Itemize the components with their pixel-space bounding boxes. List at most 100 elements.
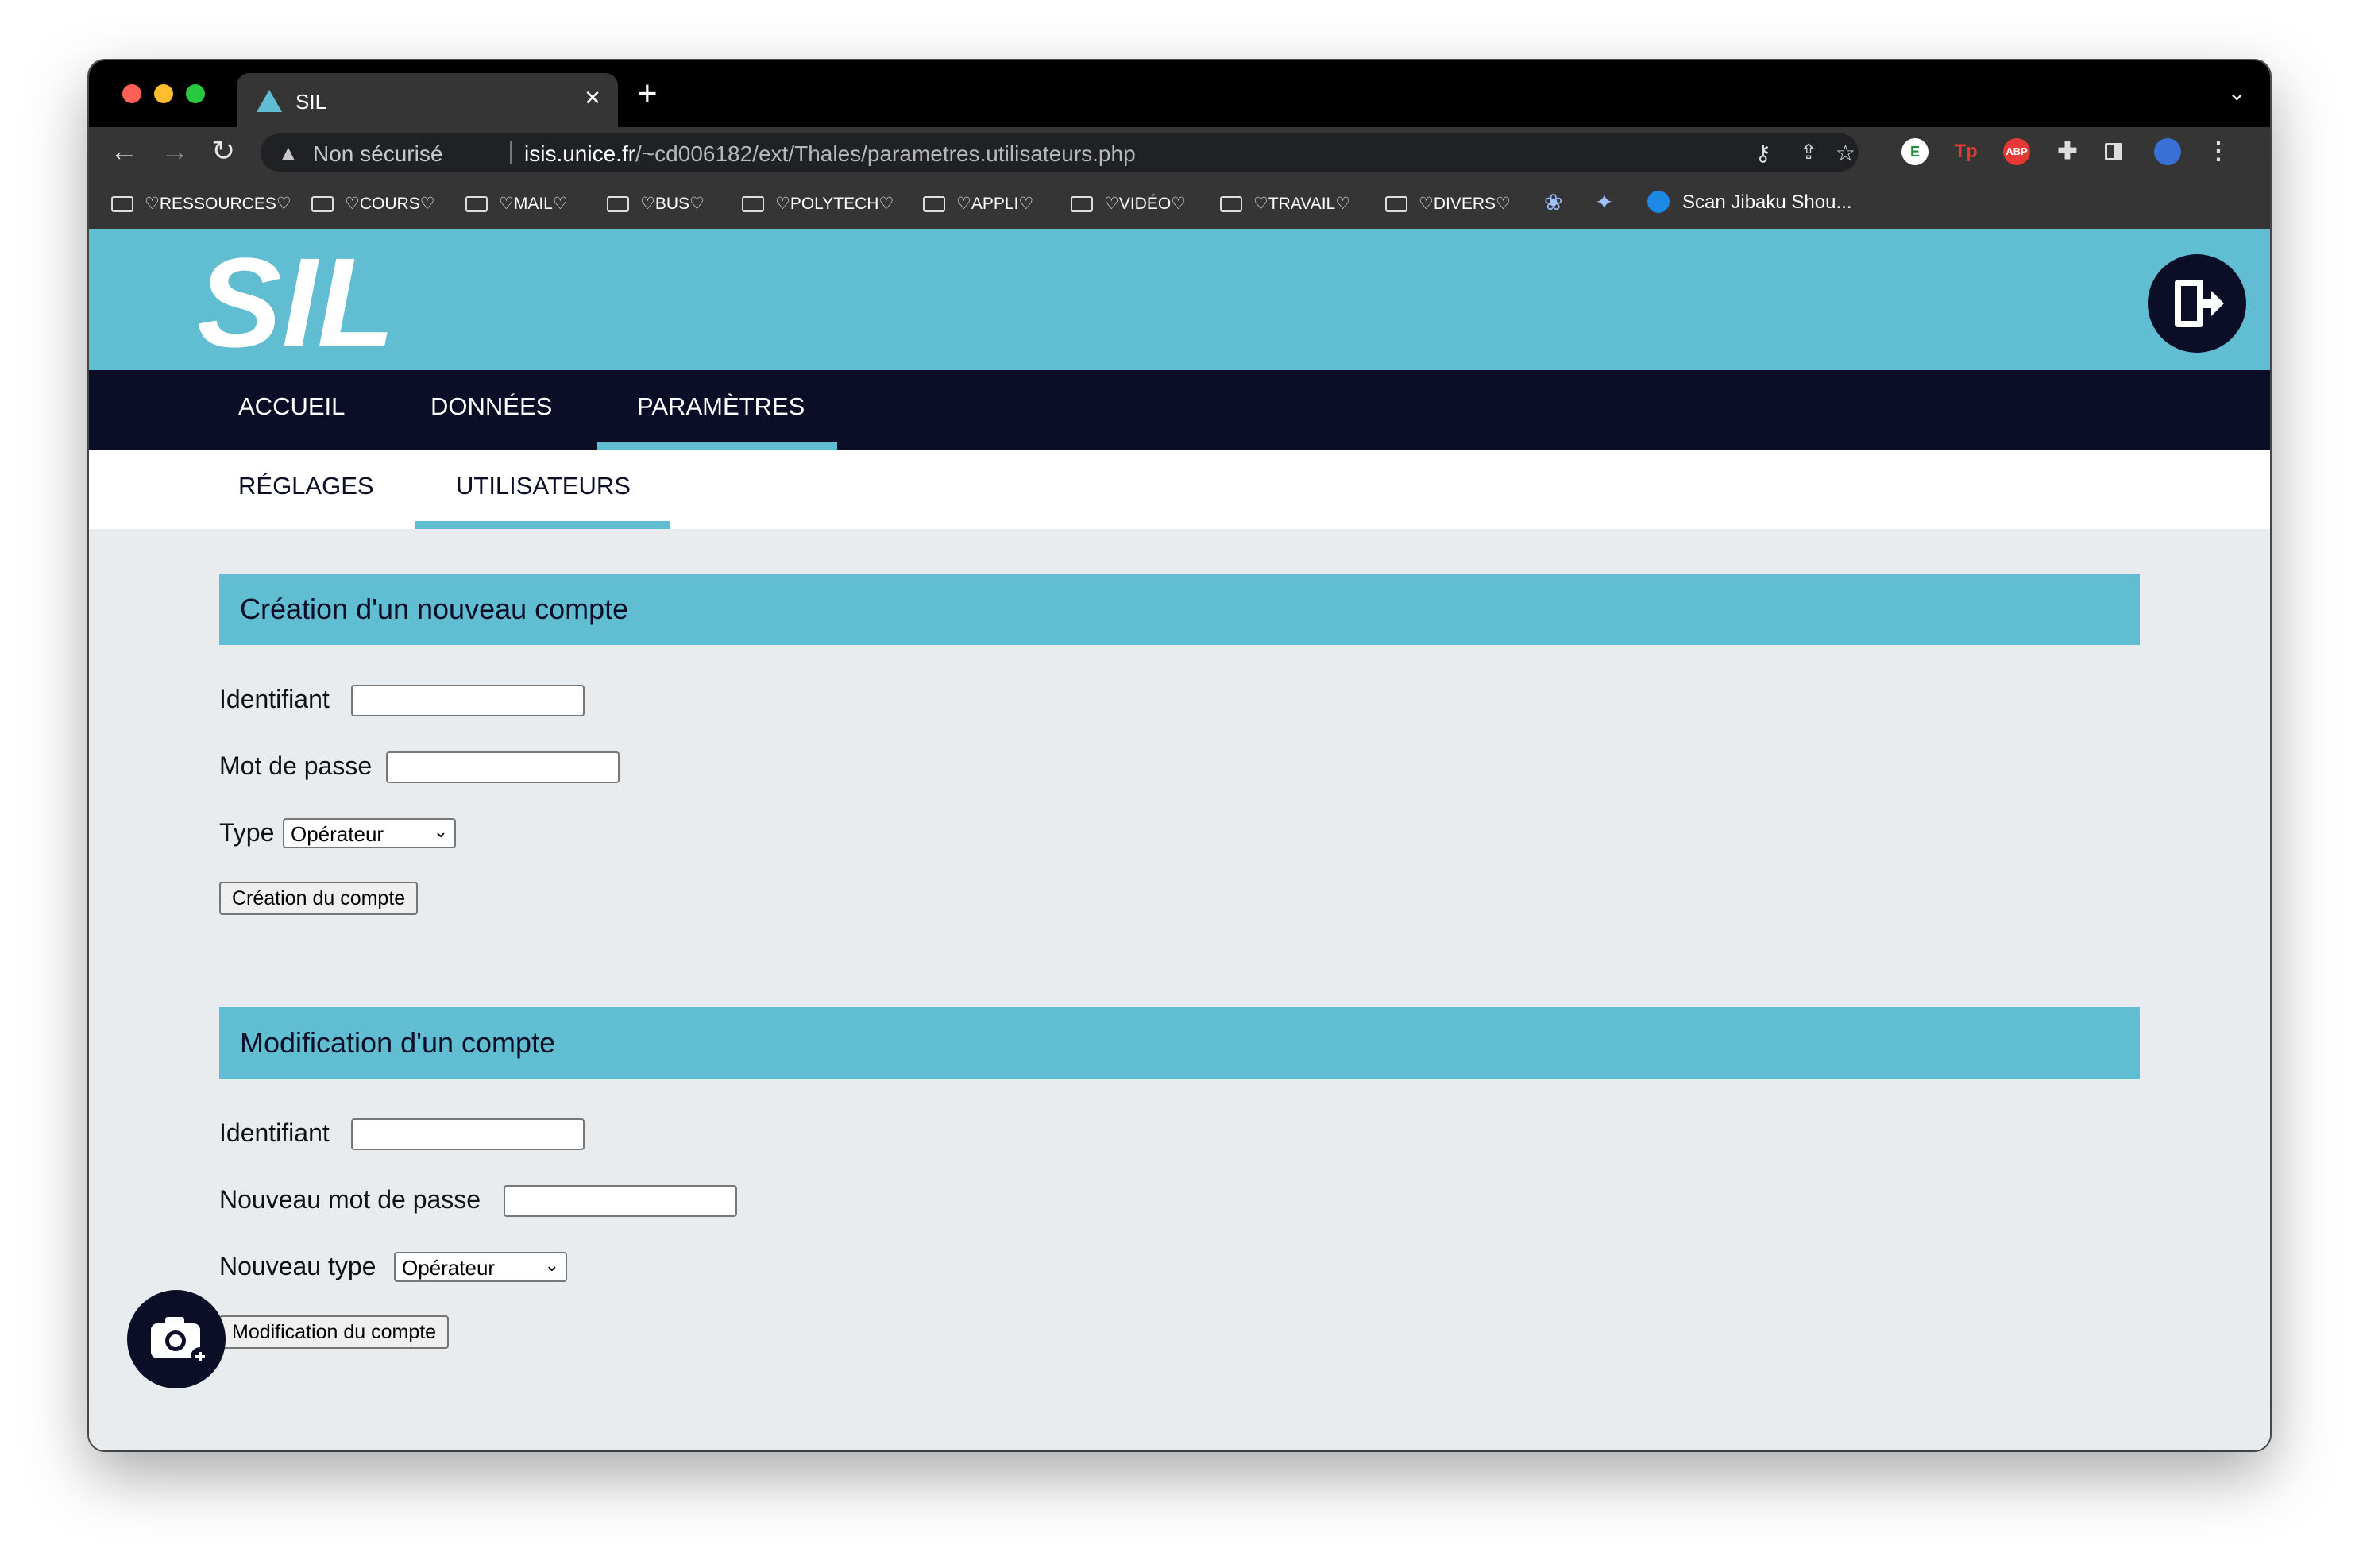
create-type-select[interactable]: Opérateur ⌄	[283, 818, 456, 848]
bookmark-folder-mail[interactable]: ♡MAIL♡	[465, 194, 568, 214]
nav-parametres[interactable]: PARAMÈTRES	[637, 392, 805, 421]
folder-icon	[607, 196, 629, 212]
folder-icon	[111, 196, 133, 212]
browser-window: SIL × + ⌄ ← → ↻ ▲ Non sécurisé isis.unic…	[89, 60, 2270, 1450]
create-id-label: Identifiant	[219, 685, 330, 713]
tab-utilisateurs[interactable]: UTILISATEURS	[456, 472, 631, 500]
extensions-puzzle-icon[interactable]: ✚	[2054, 138, 2081, 165]
bookmarks-bar: ♡RESSOURCES♡ ♡COURS♡ ♡MAIL♡ ♡BUS♡ ♡POLYT…	[89, 178, 2270, 230]
bookmark-label: ♡BUS♡	[640, 195, 705, 213]
modify-account-button[interactable]: Modification du compte	[219, 1315, 450, 1349]
camera-plus-icon	[151, 1317, 210, 1366]
back-arrow-icon[interactable]: ←	[110, 135, 138, 167]
adblock-extension-icon[interactable]: ABP	[2003, 138, 2030, 165]
bookmark-label: ♡COURS♡	[345, 195, 435, 213]
sub-navigation: RÉGLAGES UTILISATEURS	[89, 450, 2270, 529]
folder-icon	[1071, 196, 1093, 212]
forward-arrow-icon[interactable]: →	[160, 135, 189, 167]
bookmark-folder-polytech[interactable]: ♡POLYTECH♡	[742, 194, 894, 214]
logo-text: SIL	[197, 251, 388, 350]
triangle-favicon-icon	[257, 90, 282, 112]
profile-avatar[interactable]	[2154, 138, 2181, 165]
modify-password-input[interactable]	[504, 1185, 737, 1217]
bookmark-label: ♡APPLI♡	[956, 195, 1034, 213]
modify-account-header: Modification d'un compte	[219, 1007, 2140, 1079]
main-navigation: ACCUEIL DONNÉES PARAMÈTRES	[89, 370, 2270, 450]
minimize-window-button[interactable]	[154, 84, 173, 103]
modify-password-label: Nouveau mot de passe	[219, 1185, 481, 1214]
key-icon[interactable]: ⚷	[1755, 140, 1771, 166]
create-password-input[interactable]	[386, 751, 620, 783]
tab-title: SIL	[295, 90, 327, 114]
modify-type-value: Opérateur	[402, 1256, 496, 1280]
sil-logo[interactable]: SIL	[197, 251, 388, 350]
side-panel-icon[interactable]	[2105, 143, 2122, 160]
logout-button[interactable]	[2148, 254, 2246, 353]
bookmark-folder-divers[interactable]: ♡DIVERS♡	[1385, 194, 1511, 214]
folder-icon	[923, 196, 945, 212]
not-secure-label[interactable]: Non sécurisé	[313, 141, 442, 167]
bookmark-folder-ressources[interactable]: ♡RESSOURCES♡	[111, 194, 291, 214]
palette-bookmark-icon[interactable]: ✦	[1595, 189, 1613, 215]
bookmark-label: ♡POLYTECH♡	[775, 195, 894, 213]
create-type-label: Type	[219, 818, 275, 847]
bookmark-star-icon[interactable]: ☆	[1836, 140, 1855, 166]
site-header: SIL	[89, 229, 2270, 370]
close-window-button[interactable]	[122, 84, 141, 103]
url-text[interactable]: isis.unice.fr/~cd006182/ext/Thales/param…	[524, 141, 1136, 167]
bookmark-scan-jibaku[interactable]: Scan Jibaku Shou...	[1647, 191, 1851, 214]
tab-reglages[interactable]: RÉGLAGES	[238, 472, 374, 500]
folder-icon	[465, 196, 488, 212]
nav-donnees[interactable]: DONNÉES	[430, 392, 552, 421]
tab-search-chevron-icon[interactable]: ⌄	[2228, 79, 2246, 106]
create-type-value: Opérateur	[291, 822, 384, 846]
modify-account-title: Modification d'un compte	[240, 1026, 556, 1059]
create-account-title: Création d'un nouveau compte	[240, 593, 629, 625]
new-tab-button[interactable]: +	[637, 76, 658, 111]
bookmark-label: ♡RESSOURCES♡	[145, 195, 291, 213]
tp-extension-icon[interactable]: Tp	[1952, 138, 1979, 165]
tab-close-icon[interactable]: ×	[585, 84, 600, 111]
logout-door-icon	[2175, 280, 2224, 327]
maximize-window-button[interactable]	[186, 84, 205, 103]
url-path: /~cd006182/ext/Thales/parametres.utilisa…	[635, 141, 1136, 166]
page-content: SIL ACCUEIL DONNÉES PARAMÈTRES RÉGLAGES …	[89, 229, 2270, 1450]
bookmark-label: ♡VIDÉO♡	[1104, 195, 1187, 213]
flower-bookmark-icon[interactable]: ❀	[1544, 189, 1562, 215]
create-account-button[interactable]: Création du compte	[219, 882, 419, 915]
create-account-header: Création d'un nouveau compte	[219, 574, 2140, 645]
folder-icon	[1385, 196, 1407, 212]
nav-active-indicator	[597, 442, 837, 450]
omnibox-divider	[510, 141, 512, 164]
bookmark-folder-travail[interactable]: ♡TRAVAIL♡	[1220, 194, 1350, 214]
chevron-down-icon: ⌄	[433, 821, 448, 841]
evernote-extension-icon[interactable]: E	[1901, 138, 1929, 165]
url-host: isis.unice.fr	[524, 141, 636, 166]
folder-icon	[742, 196, 764, 212]
reload-icon[interactable]: ↻	[211, 135, 235, 167]
modify-id-label: Identifiant	[219, 1118, 330, 1147]
subnav-active-indicator	[415, 521, 670, 529]
create-id-input[interactable]	[351, 685, 585, 716]
bookmark-folder-video[interactable]: ♡VIDÉO♡	[1071, 194, 1186, 214]
bookmark-label: ♡TRAVAIL♡	[1253, 195, 1351, 213]
nav-accueil[interactable]: ACCUEIL	[238, 392, 345, 421]
tab-sil[interactable]: SIL ×	[237, 73, 618, 127]
address-bar[interactable]: ▲ Non sécurisé isis.unice.fr/~cd006182/e…	[261, 133, 1859, 172]
menu-kebab-icon[interactable]: ⋮	[2205, 138, 2232, 165]
bookmark-folder-bus[interactable]: ♡BUS♡	[607, 194, 705, 214]
tab-strip: SIL × + ⌄	[89, 60, 2270, 127]
browser-toolbar: ← → ↻ ▲ Non sécurisé isis.unice.fr/~cd00…	[89, 127, 2270, 178]
modify-type-label: Nouveau type	[219, 1252, 376, 1280]
share-icon[interactable]: ⇪	[1800, 140, 1817, 164]
bookmark-label: ♡DIVERS♡	[1419, 195, 1511, 213]
folder-icon	[1220, 196, 1242, 212]
screenshot-camera-button[interactable]	[127, 1290, 226, 1388]
bookmark-folder-cours[interactable]: ♡COURS♡	[311, 194, 435, 214]
modify-type-select[interactable]: Opérateur ⌄	[394, 1252, 567, 1282]
modify-id-input[interactable]	[351, 1118, 585, 1150]
bookmark-folder-appli[interactable]: ♡APPLI♡	[923, 194, 1033, 214]
create-password-label: Mot de passe	[219, 751, 373, 780]
site-favicon-icon	[1647, 191, 1670, 213]
warning-icon: ▲	[278, 141, 299, 164]
